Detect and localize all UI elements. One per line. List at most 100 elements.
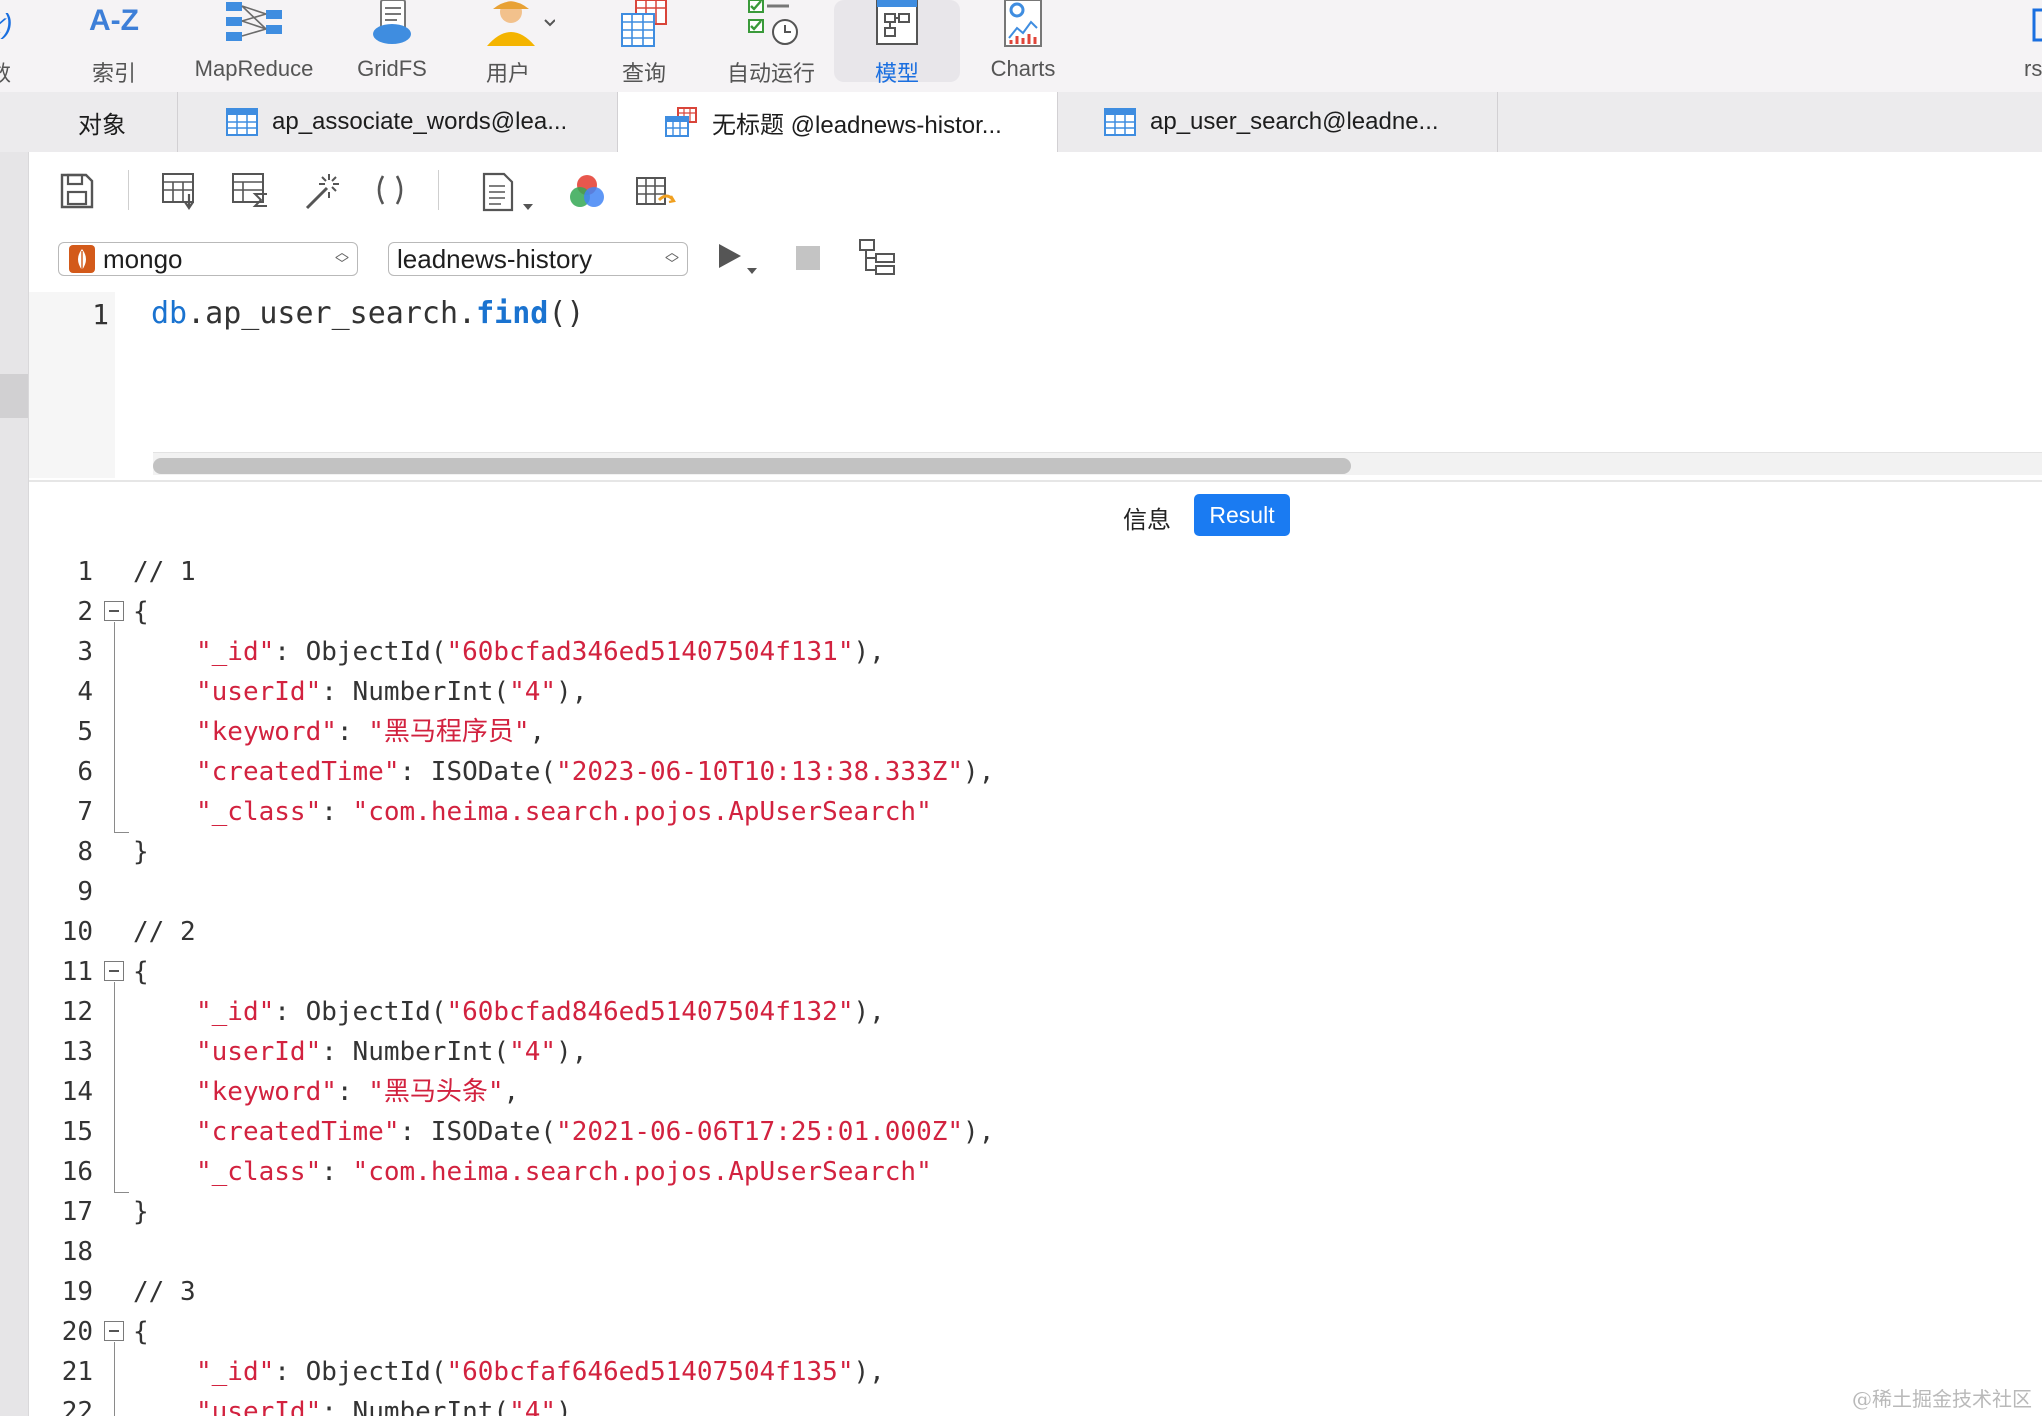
server-select[interactable]: mongo ︿ ﹀ (58, 242, 358, 276)
tab-objects[interactable]: 对象 (28, 92, 178, 152)
watermark: @稀土掘金技术社区 (1852, 1387, 2032, 1411)
fold-toggle-icon[interactable] (104, 601, 124, 621)
query-code-line[interactable]: db.ap_user_search.find() (151, 296, 584, 331)
toolbar-function-button[interactable]: 𝑥) 数 (0, 0, 22, 92)
result-line: 6 "createdTime": ISODate("2023-06-10T10:1… (77, 757, 995, 787)
info-tab[interactable]: 信息 (1123, 500, 1171, 535)
document-id-value: 60bcfad846ed51407504f132 (462, 997, 838, 1027)
document-id-value: 60bcfad346ed51407504f131 (462, 637, 838, 667)
result-tab[interactable]: Result (1194, 494, 1290, 536)
user-icon (487, 1, 555, 46)
aggregate-builder-icon[interactable] (231, 172, 269, 210)
result-line: 20{ (61, 1317, 149, 1347)
toolbar-model-button[interactable]: 模型 (834, 0, 960, 86)
tab-untitled-query[interactable]: 无标题 @leadnews-histor... (618, 92, 1058, 152)
mongo-leaf-icon (69, 245, 95, 273)
toolbar-index-button[interactable]: A-Z 索引 (74, 0, 154, 92)
toolbar-overflow-button[interactable]: rs (2020, 0, 2042, 92)
query-icon (621, 0, 667, 47)
fold-toggle-icon[interactable] (104, 1321, 124, 1341)
code-collection-token: .ap_user_search. (187, 296, 477, 331)
fold-toggle-icon[interactable] (104, 961, 124, 981)
toolbar-automation-label: 自动运行 (726, 61, 815, 86)
select-chevron-icon: ︿ ﹀ (665, 244, 679, 272)
document-menu-icon[interactable] (481, 172, 537, 214)
explain-tree-icon[interactable] (858, 238, 898, 278)
query-icon (665, 107, 697, 137)
query-editor[interactable]: 1 db.ap_user_search.find() (29, 292, 2042, 478)
tab-ap-user-search[interactable]: ap_user_search@leadne... (1058, 92, 1498, 152)
toolbar-separator (438, 170, 439, 210)
document-tab-bar: 对象 ap_associate_words@lea... 无标题 @leadne… (0, 92, 2042, 153)
toolbar-gridfs-label: GridFS (357, 56, 427, 81)
result-line: 17} (61, 1197, 149, 1227)
result-line: 22 "userId": NumberInt("4") (29, 1392, 2042, 1416)
result-viewer[interactable]: 1// 1 2{ 3 "_id": ObjectId("60bcfad346ed5… (29, 552, 2042, 1416)
tab-ap-associate-words[interactable]: ap_associate_words@lea... (178, 92, 618, 152)
tab-objects-label: 对象 (78, 111, 126, 139)
model-icon (876, 0, 918, 45)
left-panel-edge (0, 152, 29, 1416)
magic-wand-icon[interactable] (301, 172, 341, 210)
toolbar-user-label: 用户 (485, 61, 530, 86)
result-line: 9 (77, 877, 93, 907)
run-icon[interactable] (715, 242, 761, 278)
tab-ap-associate-words-label: ap_associate_words@lea... (272, 108, 568, 135)
toolbar-index-label: 索引 (91, 61, 136, 86)
database-select[interactable]: leadnews-history ︿ ﹀ (388, 242, 688, 276)
stop-icon[interactable] (794, 244, 822, 272)
result-line: 2{ (77, 597, 149, 627)
toolbar-charts-label: Charts (990, 56, 1056, 81)
document-class-value: com.heima.search.pojos.ApUserSearch (368, 797, 917, 827)
result-line: 3 "_id": ObjectId("60bcfad346ed51407504f1… (77, 637, 885, 667)
toolbar-query-button[interactable]: 查询 (602, 0, 686, 92)
document-comment: // 1 (133, 557, 196, 587)
right-edge-icon (2032, 8, 2042, 42)
function-icon: 𝑥) (0, 8, 13, 39)
a-z-index-icon: A-Z (89, 4, 139, 37)
fold-guide-end (114, 1172, 129, 1193)
query-builder-icon[interactable] (161, 172, 199, 210)
table-icon (226, 108, 258, 136)
result-line: 5 "keyword": "黑马程序员", (77, 717, 546, 747)
document-keyword-value: 黑马程序员 (383, 717, 514, 747)
mapreduce-icon (226, 2, 282, 41)
fold-guide-end (114, 812, 129, 833)
document-userid-value: 4 (524, 677, 541, 707)
toolbar-mapreduce-button[interactable]: MapReduce (180, 0, 328, 92)
left-panel-resize-handle[interactable] (0, 374, 28, 418)
toolbar-overflow-label: rs (2024, 56, 2042, 81)
charts-icon (1004, 0, 1042, 47)
automation-icon (748, 0, 798, 45)
result-line: 8} (77, 837, 149, 867)
result-line: 19// 3 (29, 1272, 2042, 1312)
document-comment: // 3 (133, 1277, 196, 1307)
document-class-value: com.heima.search.pojos.ApUserSearch (368, 1157, 917, 1187)
toolbar-gridfs-button[interactable]: GridFS (350, 0, 434, 92)
result-line: 10// 2 (29, 912, 2042, 952)
document-createdtime-value: 2021-06-06T17:25:01.000Z (571, 1117, 948, 1147)
result-line: 18 (61, 1237, 93, 1267)
result-line: 15 "createdTime": ISODate("2021-06-06T17:… (61, 1117, 995, 1147)
result-line: 16 "_class": "com.heima.search.pojos.ApUs… (61, 1157, 932, 1187)
save-icon[interactable] (59, 172, 95, 210)
toolbar-charts-button[interactable]: Charts (976, 0, 1070, 92)
result-line: 1// 1 (29, 552, 2042, 592)
result-line: 7 "_class": "com.heima.search.pojos.ApUse… (77, 797, 932, 827)
document-userid-value: 4 (524, 1397, 541, 1416)
toolbar-automation-button[interactable]: 自动运行 (718, 0, 824, 92)
color-picker-icon[interactable] (567, 172, 607, 212)
toolbar-user-button[interactable]: 用户 (468, 0, 568, 92)
export-table-icon[interactable] (635, 172, 679, 212)
toolbar-query-label: 查询 (621, 61, 666, 86)
database-select-value: leadnews-history (397, 243, 593, 274)
editor-scrollbar-thumb[interactable] (153, 458, 1351, 474)
result-line: 11{ (61, 957, 149, 987)
query-editor-toolbar (29, 152, 2042, 232)
select-chevron-icon: ︿ ﹀ (335, 244, 349, 272)
connection-selector-row: mongo ︿ ﹀ leadnews-history ︿ ﹀ (29, 232, 2042, 293)
result-line: 4 "userId": NumberInt("4"), (77, 677, 588, 707)
table-icon (1104, 108, 1136, 136)
brackets-icon[interactable] (373, 172, 407, 210)
tab-ap-user-search-label: ap_user_search@leadne... (1150, 108, 1439, 135)
